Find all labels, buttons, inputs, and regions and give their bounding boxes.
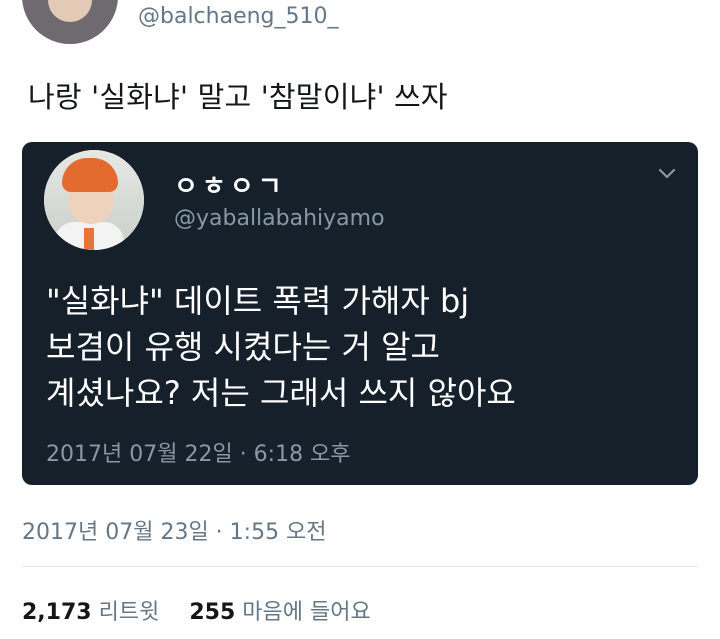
quoted-tweet-card[interactable]: ㅇㅎㅇㄱ @yaballabahiyamo "실화냐" 데이트 폭력 가해자 b… xyxy=(22,142,698,485)
quoted-tweet-timestamp[interactable]: 2017년 07월 22일 · 6:18 오후 xyxy=(46,436,351,468)
author-avatar[interactable] xyxy=(22,0,118,44)
quoted-body-line: "실화냐" 데이트 폭력 가해자 bj xyxy=(46,282,470,320)
retweets-count[interactable]: 2,173 xyxy=(22,600,92,625)
tweet-stats: 2,173 리트윗 255 마음에 들어요 xyxy=(22,594,371,626)
tweet-text: 나랑 '실화냐' 말고 '참말이냐' 쓰자 xyxy=(28,80,448,114)
quoted-body-line: 계셨나요? 저는 그래서 쓰지 않아요 xyxy=(46,374,516,412)
author-handle[interactable]: @balchaeng_510_ xyxy=(138,4,339,29)
likes-count[interactable]: 255 xyxy=(189,600,235,625)
quoted-author-handle[interactable]: @yaballabahiyamo xyxy=(174,206,385,231)
avatar-face xyxy=(48,0,92,22)
retweets-label[interactable]: 리트윗 xyxy=(99,600,160,625)
tweet-timestamp[interactable]: 2017년 07월 23일 · 1:55 오전 xyxy=(22,514,327,546)
quoted-author-name[interactable]: ㅇㅎㅇㄱ xyxy=(174,166,286,203)
avatar-tie xyxy=(84,228,94,250)
quoted-author-avatar[interactable] xyxy=(44,150,144,250)
quoted-body-line: 보겸이 유행 시켰다는 거 알고 xyxy=(46,328,440,366)
divider xyxy=(22,566,698,567)
likes-label[interactable]: 마음에 들어요 xyxy=(242,600,370,625)
chevron-down-icon[interactable] xyxy=(656,162,678,184)
quoted-tweet-body: "실화냐" 데이트 폭력 가해자 bj 보겸이 유행 시켰다는 거 알고 계셨나… xyxy=(46,278,686,416)
